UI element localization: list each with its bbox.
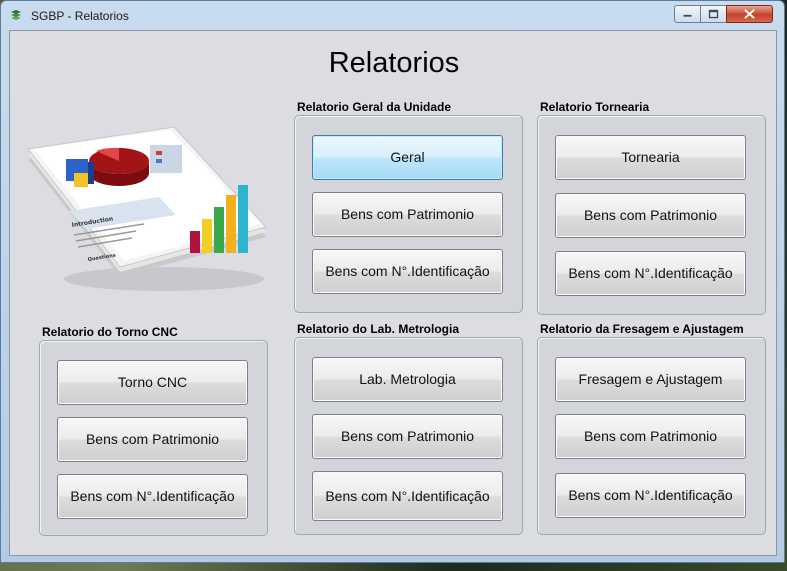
torno-cnc-bens-patrimonio-button[interactable]: Bens com Patrimonio [57, 417, 248, 462]
close-button[interactable] [726, 5, 773, 23]
report-document-icon: Introduction Questions [27, 127, 267, 291]
group-fresagem-title: Relatorio da Fresagem e Ajustagem [540, 322, 744, 336]
client-area: Relatorios Introduction Questions Relato… [9, 30, 777, 556]
metrologia-bens-patrimonio-button[interactable]: Bens com Patrimonio [312, 414, 503, 459]
page-title: Relatorios [328, 47, 460, 79]
fresagem-bens-identificacao-button[interactable]: Bens com N°.Identificação [555, 473, 746, 518]
fresagem-bens-patrimonio-button[interactable]: Bens com Patrimonio [555, 414, 746, 459]
group-metrologia-title: Relatorio do Lab. Metrologia [297, 322, 460, 336]
fresagem-button[interactable]: Fresagem e Ajustagem [555, 357, 746, 402]
torno-cnc-button[interactable]: Torno CNC [57, 360, 248, 405]
minimize-icon [683, 14, 692, 17]
tornearia-button[interactable]: Tornearia [555, 135, 746, 180]
tornearia-bens-patrimonio-button[interactable]: Bens com Patrimonio [555, 193, 746, 238]
minimize-button[interactable] [674, 5, 701, 23]
geral-button[interactable]: Geral [312, 135, 503, 180]
group-torno-cnc-title: Relatorio do Torno CNC [42, 325, 178, 339]
metrologia-bens-identificacao-button[interactable]: Bens com N°.Identificação [312, 471, 503, 521]
tornearia-bens-identificacao-button[interactable]: Bens com N°.Identificação [555, 251, 746, 296]
metrologia-button[interactable]: Lab. Metrologia [312, 357, 503, 402]
maximize-icon [708, 9, 719, 19]
torno-cnc-bens-identificacao-button[interactable]: Bens com N°.Identificação [57, 474, 248, 519]
app-window: SGBP - Relatorios Relatorios Introductio… [0, 0, 785, 563]
geral-bens-identificacao-button[interactable]: Bens com N°.Identificação [312, 249, 503, 294]
close-icon [744, 9, 755, 19]
title-bar[interactable]: SGBP - Relatorios [1, 1, 784, 31]
geral-bens-patrimonio-button[interactable]: Bens com Patrimonio [312, 192, 503, 237]
window-title: SGBP - Relatorios [31, 9, 129, 23]
maximize-button[interactable] [700, 5, 727, 23]
app-icon [11, 10, 21, 20]
group-tornearia-title: Relatorio Tornearia [540, 100, 650, 114]
group-geral-title: Relatorio Geral da Unidade [297, 100, 452, 114]
